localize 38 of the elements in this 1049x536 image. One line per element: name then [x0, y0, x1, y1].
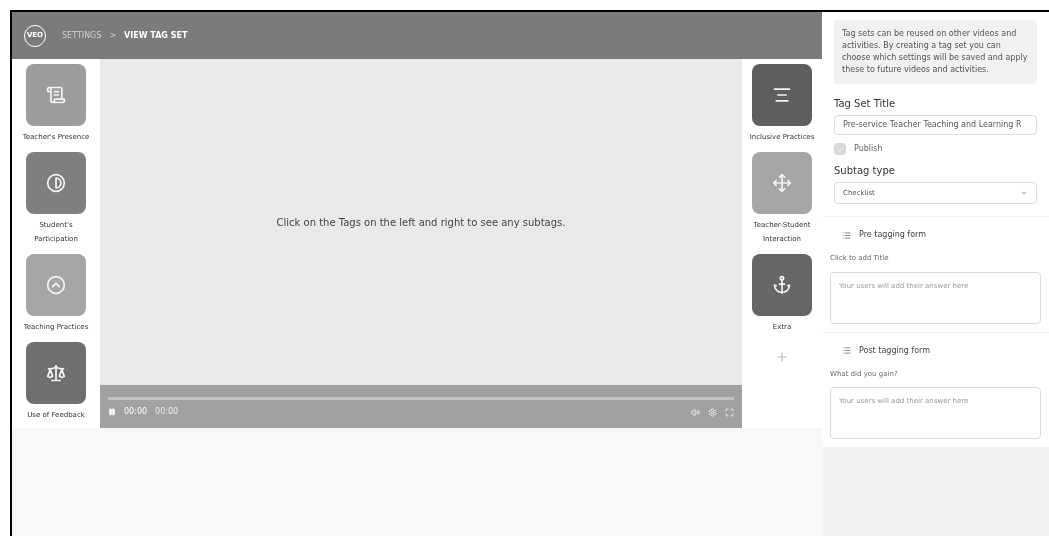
form-heading: Pre tagging form	[859, 229, 927, 241]
tag-tile[interactable]	[26, 64, 86, 126]
tag-tile[interactable]	[26, 254, 86, 316]
breadcrumb-item[interactable]: VIEW TAG SET	[124, 29, 188, 42]
tag-tile[interactable]	[26, 152, 86, 214]
volume-icon[interactable]	[691, 407, 700, 417]
anchor-icon	[772, 275, 792, 295]
align-center-icon	[772, 85, 792, 105]
pause-icon[interactable]	[108, 408, 116, 416]
current-time: 00:00	[124, 406, 148, 418]
tag-tile[interactable]	[752, 254, 812, 316]
fullscreen-icon[interactable]	[725, 407, 734, 417]
field-label: Tag Set Title	[834, 97, 897, 111]
video-message: Click on the Tags on the left and right to see any subtags.	[276, 215, 566, 230]
title-field[interactable]: Pre-service Teacher Teaching and Learning R	[834, 115, 1037, 135]
tag-tile[interactable]	[752, 64, 812, 126]
scroll-icon	[46, 85, 66, 105]
form-heading: Post tagging form	[859, 344, 931, 357]
add-tag-icon[interactable]	[775, 350, 789, 364]
duration: 00:00	[155, 406, 179, 418]
field-label: Subtag type	[834, 164, 896, 178]
tag-tile[interactable]	[752, 152, 812, 214]
tag-tile[interactable]	[26, 342, 86, 404]
list-icon	[842, 346, 851, 355]
chevron-down-icon	[1020, 189, 1028, 197]
breadcrumb-item[interactable]: SETTINGS	[62, 29, 102, 42]
publish-label: Publish	[854, 143, 883, 155]
progress-track[interactable]	[108, 397, 734, 400]
settings-icon[interactable]	[708, 407, 717, 417]
contrast-icon	[46, 173, 66, 193]
publish-checkbox[interactable]	[834, 143, 846, 155]
list-icon	[842, 230, 851, 240]
chevron-circle-icon	[46, 275, 66, 295]
move-arrows-icon	[772, 173, 792, 193]
scale-icon	[46, 363, 66, 383]
breadcrumb-separator: >	[109, 29, 117, 42]
info-text: Tag sets can be reused on other videos and activities. By creating a tag set you can choose which settings will be saved and apply these to future videos and activities.	[834, 20, 1037, 84]
check-icon	[835, 144, 845, 154]
